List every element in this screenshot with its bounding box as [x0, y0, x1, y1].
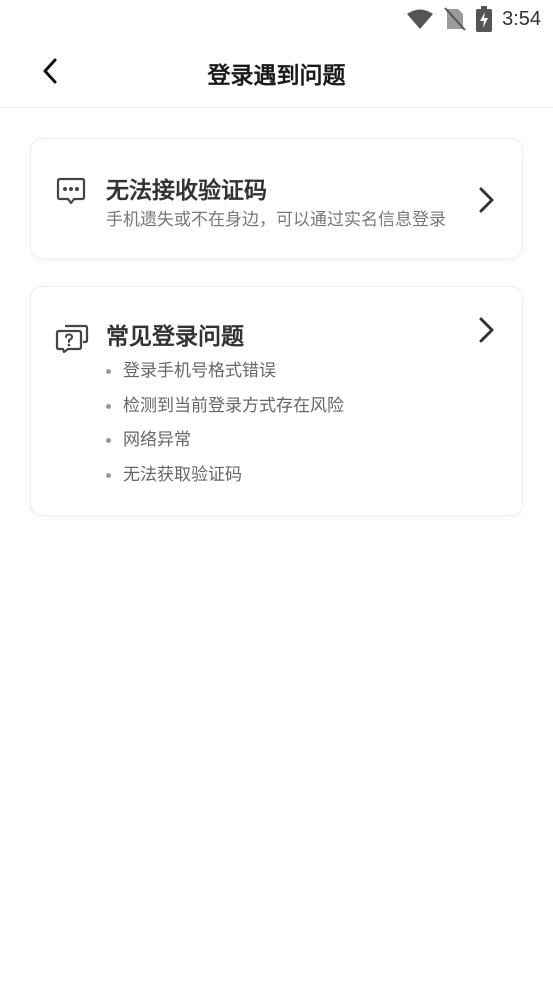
card-common-login-problems[interactable]: 常见登录问题 登录手机号格式错误 检测到当前登录方式存在风险 网络异常 无法获取…	[30, 286, 523, 516]
bullet-dot	[106, 403, 111, 409]
chevron-left-icon	[40, 57, 60, 89]
nav-bar: 登录遇到问题	[0, 38, 553, 108]
list-item-label: 网络异常	[123, 430, 191, 450]
back-button[interactable]	[32, 55, 68, 91]
chevron-right-icon	[474, 185, 498, 215]
card-description: 手机遗失或不在身边，可以通过实名信息登录	[106, 210, 446, 230]
page-title: 登录遇到问题	[207, 62, 346, 89]
card-title: 常见登录问题	[106, 324, 244, 350]
list-item: 无法获取验证码	[106, 464, 344, 499]
bullet-dot	[106, 472, 111, 478]
chat-dots-icon	[55, 175, 87, 207]
list-item: 检测到当前登录方式存在风险	[106, 395, 344, 430]
list-item: 网络异常	[106, 429, 344, 464]
list-item-label: 检测到当前登录方式存在风险	[123, 395, 344, 416]
chevron-right-icon	[474, 315, 498, 345]
list-item-label: 登录手机号格式错误	[123, 361, 276, 381]
list-item-label: 无法获取验证码	[123, 464, 242, 485]
bullet-dot	[106, 369, 111, 374]
battery-charging-icon	[476, 6, 493, 32]
wifi-icon	[406, 8, 434, 30]
list-item: 登录手机号格式错误	[106, 360, 344, 395]
problem-list: 登录手机号格式错误 检测到当前登录方式存在风险 网络异常 无法获取验证码	[106, 360, 344, 498]
status-time: 3:54	[502, 7, 541, 30]
no-sim-icon	[444, 7, 466, 31]
bullet-dot	[106, 438, 111, 443]
status-bar: 3:54	[0, 0, 553, 38]
card-cannot-receive-code[interactable]: 无法接收验证码 手机遗失或不在身边，可以通过实名信息登录	[30, 138, 523, 259]
question-chat-icon	[55, 322, 89, 354]
card-title: 无法接收验证码	[106, 178, 267, 204]
